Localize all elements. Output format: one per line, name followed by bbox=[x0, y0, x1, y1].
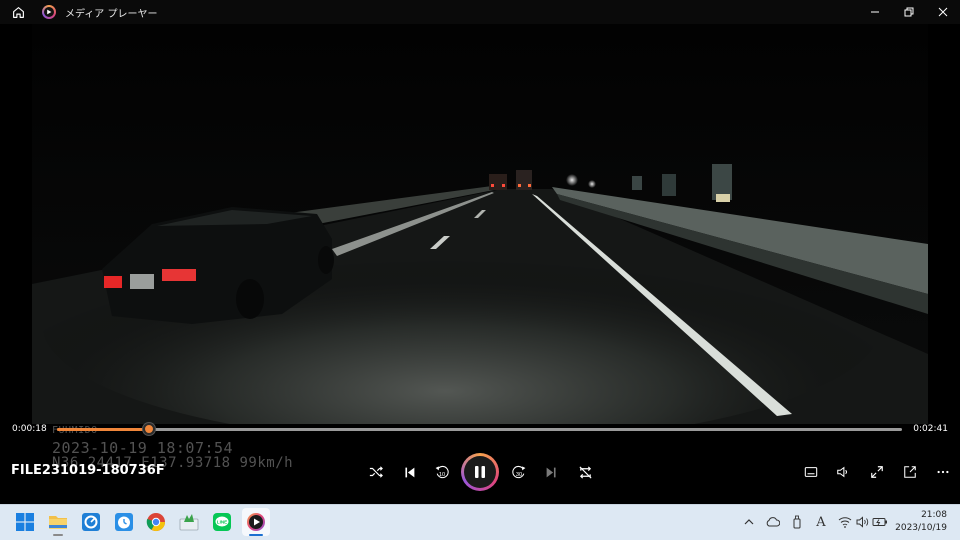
total-time: 0:02:41 bbox=[913, 424, 948, 434]
current-time: 0:00:18 bbox=[12, 424, 47, 434]
line-app-icon: LINE bbox=[213, 513, 231, 531]
file-name: FILE231019-180736F bbox=[11, 463, 165, 478]
cloud-icon bbox=[766, 517, 780, 527]
next-button[interactable] bbox=[539, 460, 563, 484]
volume-icon bbox=[837, 466, 848, 478]
clock-app-icon bbox=[115, 513, 133, 531]
seek-bar[interactable] bbox=[57, 428, 902, 431]
minimize-icon bbox=[871, 11, 879, 13]
fullscreen-icon bbox=[871, 466, 883, 478]
windows-start-icon bbox=[16, 513, 34, 531]
tray-battery[interactable] bbox=[871, 513, 889, 531]
battery-charging-icon bbox=[872, 518, 887, 526]
file-explorer-running-indicator bbox=[53, 534, 63, 536]
mini-player-icon bbox=[904, 466, 916, 478]
minimize-button[interactable] bbox=[858, 0, 892, 24]
mini-player-button[interactable] bbox=[898, 460, 922, 484]
pause-button[interactable] bbox=[461, 453, 499, 491]
tray-ime-indicator[interactable]: A bbox=[812, 513, 830, 531]
tray-usb-device[interactable] bbox=[788, 513, 806, 531]
blue-app-icon bbox=[82, 513, 100, 531]
restore-button[interactable] bbox=[892, 0, 926, 24]
shuffle-icon bbox=[369, 466, 383, 478]
more-options-button[interactable] bbox=[931, 460, 955, 484]
subtitles-icon bbox=[804, 467, 818, 477]
skip-forward-label: 30 bbox=[516, 472, 522, 478]
media-player-app-icon bbox=[42, 5, 56, 19]
chevron-up-icon bbox=[744, 519, 754, 525]
close-icon bbox=[938, 7, 948, 17]
media-player-active-indicator bbox=[249, 534, 263, 536]
pause-icon bbox=[475, 466, 485, 478]
skip-back-icon: 10 bbox=[435, 465, 449, 479]
fullscreen-button[interactable] bbox=[865, 460, 889, 484]
window-title: メディア プレーヤー bbox=[65, 8, 158, 20]
speaker-icon bbox=[856, 516, 868, 528]
next-icon bbox=[546, 467, 556, 477]
taskbar-app-blue-1[interactable] bbox=[77, 508, 105, 536]
volume-button[interactable] bbox=[831, 460, 855, 484]
restore-icon bbox=[904, 7, 914, 17]
clock-time: 21:08 bbox=[921, 510, 947, 520]
skip-forward-button[interactable]: 30 bbox=[507, 460, 531, 484]
taskbar-app-green[interactable] bbox=[175, 508, 203, 536]
show-hidden-icons-button[interactable] bbox=[740, 513, 758, 531]
more-icon bbox=[937, 470, 949, 474]
title-bar: メディア プレーヤー bbox=[0, 0, 960, 24]
taskbar-app-blue-2[interactable] bbox=[110, 508, 138, 536]
close-button[interactable] bbox=[926, 0, 960, 24]
shuffle-button[interactable] bbox=[364, 460, 388, 484]
skip-forward-icon: 30 bbox=[512, 465, 526, 479]
tray-clock[interactable]: 21:08 2023/10/19 bbox=[895, 509, 947, 535]
tray-onedrive[interactable] bbox=[764, 513, 782, 531]
media-player-icon bbox=[247, 513, 265, 531]
svg-text:LINE: LINE bbox=[217, 520, 227, 525]
video-frame[interactable] bbox=[32, 24, 928, 424]
taskbar-file-explorer[interactable] bbox=[44, 508, 72, 536]
home-icon bbox=[12, 6, 24, 18]
media-player-window: メディア プレーヤー 2023-10-19 18:07:54 N36.24417… bbox=[0, 0, 960, 504]
taskbar-line[interactable]: LINE bbox=[208, 508, 236, 536]
repeat-off-icon bbox=[578, 465, 592, 479]
chrome-icon bbox=[146, 513, 165, 532]
wifi-icon bbox=[838, 517, 852, 528]
previous-icon bbox=[404, 467, 414, 477]
tray-wifi[interactable] bbox=[836, 513, 854, 531]
previous-button[interactable] bbox=[397, 460, 421, 484]
skip-back-label: 10 bbox=[439, 472, 445, 478]
seek-thumb[interactable] bbox=[143, 423, 155, 435]
seek-progress bbox=[57, 428, 150, 431]
taskbar-media-player[interactable] bbox=[242, 508, 270, 536]
folder-icon bbox=[49, 516, 67, 529]
dashcam-scene bbox=[32, 24, 928, 424]
start-button[interactable] bbox=[11, 508, 39, 536]
photo-app-icon bbox=[179, 514, 199, 531]
repeat-button[interactable] bbox=[573, 460, 597, 484]
tray-volume[interactable] bbox=[853, 513, 871, 531]
usb-drive-icon bbox=[793, 515, 801, 529]
taskbar-chrome[interactable] bbox=[142, 508, 170, 536]
home-button[interactable] bbox=[0, 0, 36, 24]
skip-back-button[interactable]: 10 bbox=[430, 460, 454, 484]
subtitles-button[interactable] bbox=[799, 460, 823, 484]
clock-date: 2023/10/19 bbox=[895, 523, 947, 533]
